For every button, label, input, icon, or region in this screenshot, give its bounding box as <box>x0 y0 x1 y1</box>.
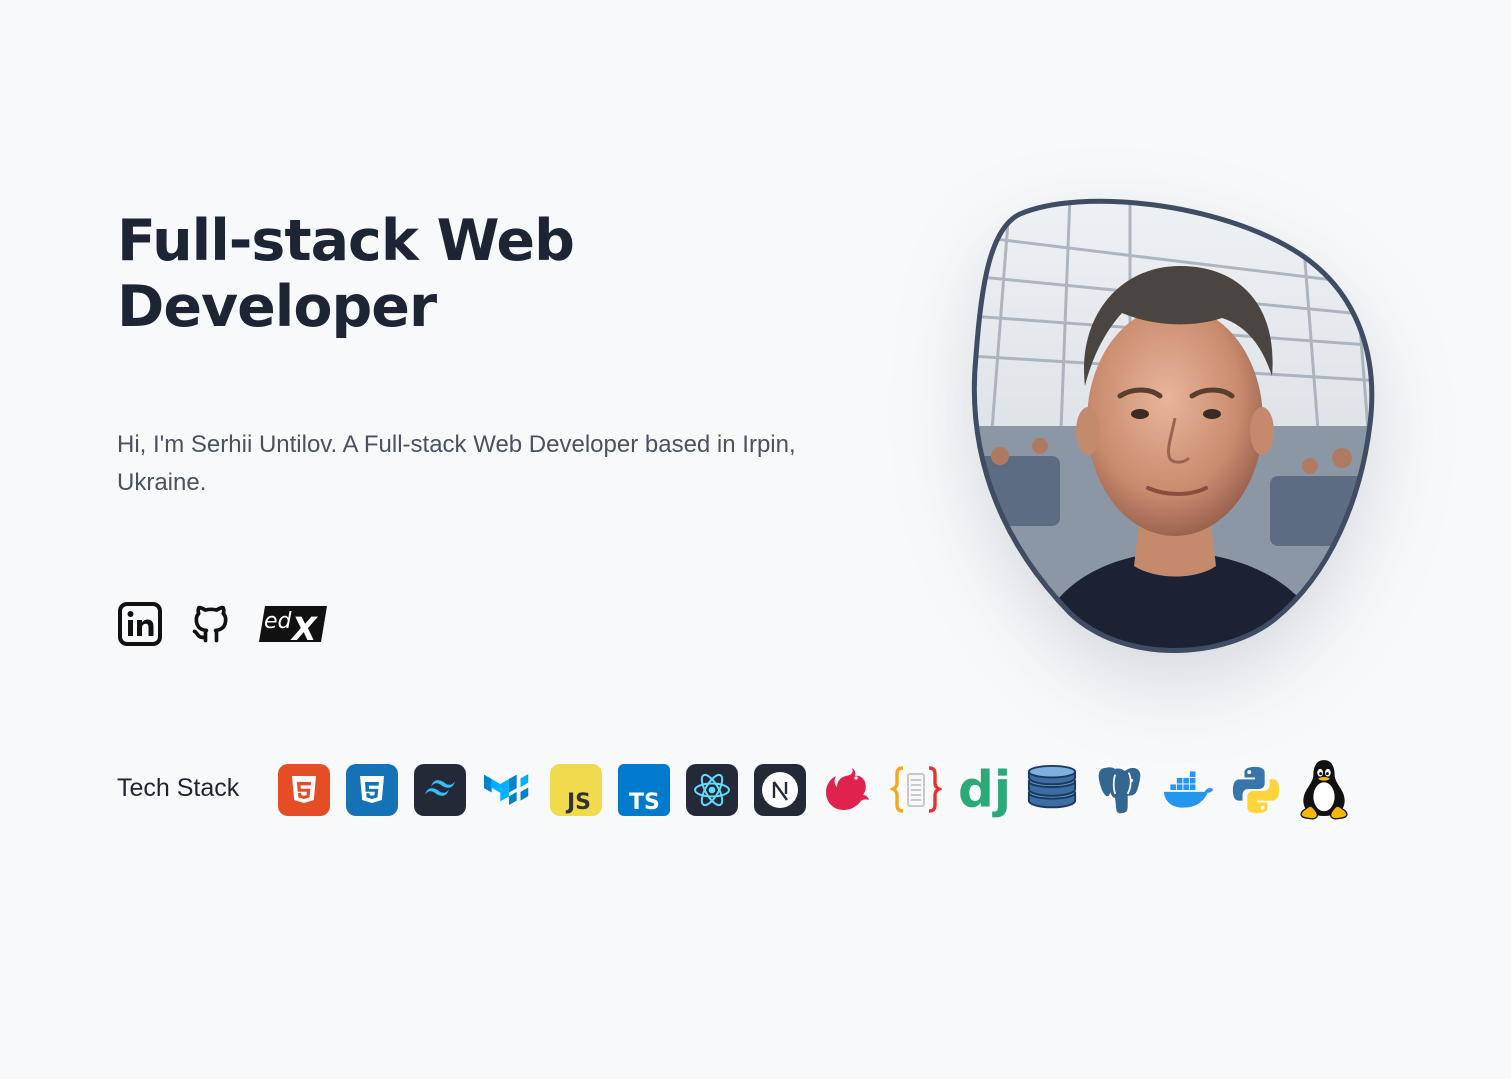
edx-link[interactable]: ed X <box>259 604 327 648</box>
page-title: Full-stack Web Developer <box>117 208 575 340</box>
python-icon <box>1232 766 1280 814</box>
tech-css3 <box>346 758 398 822</box>
linkedin-link[interactable] <box>117 601 163 647</box>
tech-stack-label: Tech Stack <box>117 774 240 802</box>
tech-stack-list: JS TS dj <box>278 758 1350 822</box>
intro-text: Hi, I'm Serhii Untilov. A Full-stack Web… <box>117 431 796 496</box>
tech-python <box>1230 758 1282 822</box>
tech-docker <box>1162 758 1214 822</box>
typescript-icon: TS <box>618 764 670 816</box>
database-icon <box>1027 764 1077 809</box>
html5-icon <box>278 764 330 816</box>
javascript-icon: JS <box>550 764 602 816</box>
svg-text:JS: JS <box>565 790 591 815</box>
svg-text:X: X <box>290 610 318 644</box>
tech-database <box>1026 758 1078 822</box>
tech-postgresql <box>1094 758 1146 822</box>
nextjs-icon <box>754 764 806 816</box>
json-icon <box>890 766 942 813</box>
tailwind-icon <box>414 764 466 816</box>
docker-icon <box>1163 771 1214 808</box>
tech-javascript: JS <box>550 758 602 822</box>
tech-typescript: TS <box>618 758 670 822</box>
edx-icon: ed X <box>259 606 327 648</box>
django-icon: dj <box>958 760 1010 818</box>
nestjs-icon <box>826 768 869 810</box>
social-links: ed X <box>117 600 327 648</box>
profile-photo <box>970 196 1382 662</box>
tech-react <box>686 758 738 822</box>
linux-icon <box>1300 760 1348 820</box>
landing-page: Full-stack Web Developer Hi, I'm Serhii … <box>0 0 1511 1079</box>
css3-icon <box>346 764 398 816</box>
tech-html5 <box>278 758 330 822</box>
mui-icon <box>483 774 529 806</box>
tech-django: dj <box>958 758 1010 822</box>
postgresql-icon <box>1096 765 1143 816</box>
github-link[interactable] <box>189 601 233 647</box>
linkedin-icon <box>118 602 162 646</box>
tech-mui <box>482 758 534 822</box>
tech-nestjs <box>822 758 874 822</box>
github-icon <box>192 605 228 643</box>
profile-photo-svg <box>971 198 1375 653</box>
react-icon <box>686 764 738 816</box>
tech-json <box>890 758 942 822</box>
svg-text:ed: ed <box>264 609 293 634</box>
tech-linux <box>1298 758 1350 822</box>
svg-text:dj: dj <box>958 760 1010 818</box>
tech-nextjs <box>754 758 806 822</box>
svg-text:TS: TS <box>629 790 660 815</box>
tech-tailwind <box>414 758 466 822</box>
